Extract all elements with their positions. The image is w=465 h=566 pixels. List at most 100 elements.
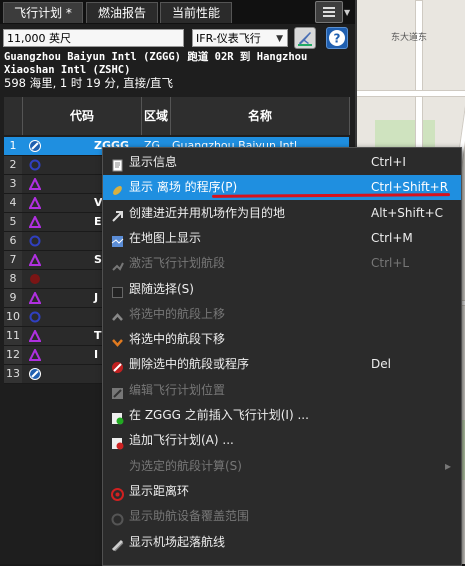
vor-icon bbox=[29, 311, 41, 323]
flight-rules-select[interactable]: IFR-仪表飞行 ▼ bbox=[192, 29, 288, 47]
move-up-icon bbox=[111, 308, 124, 321]
column-header-index bbox=[4, 97, 23, 135]
row-number: 6 bbox=[4, 232, 22, 250]
airliner-icon bbox=[298, 32, 312, 46]
menu-item-delete[interactable]: 删除选中的航段或程序 Del bbox=[103, 352, 461, 377]
menu-item-label: 显示助航设备覆盖范围 bbox=[129, 509, 250, 524]
waypoint-icon bbox=[28, 347, 42, 361]
menu-item-label: 将选中的航段下移 bbox=[129, 332, 226, 347]
waypoint-icon bbox=[28, 328, 42, 342]
calc-icon bbox=[111, 460, 124, 473]
waypoint-icon bbox=[28, 290, 42, 304]
menu-item-traffic-pattern[interactable]: 显示机场起落航线 bbox=[103, 530, 461, 555]
menu-item-shortcut: Ctrl+L bbox=[371, 256, 410, 271]
row-number: 7 bbox=[4, 251, 22, 269]
menu-item-shortcut: Del bbox=[371, 357, 391, 372]
menu-item-shortcut: Ctrl+I bbox=[371, 155, 406, 169]
row-number: 10 bbox=[4, 308, 22, 326]
menu-item-label: 删除选中的航段或程序 bbox=[129, 357, 250, 372]
menu-item-label: 显示机场起落航线 bbox=[129, 534, 226, 549]
waypoint-icon bbox=[28, 176, 42, 190]
help-button[interactable]: ? bbox=[326, 27, 348, 49]
tab-flight-plan[interactable]: 飞行计划 * bbox=[3, 2, 83, 23]
route-description: Guangzhou Baiyun Intl (ZGGG) 跑道 02R 到 Ha… bbox=[4, 51, 354, 90]
tab-current-performance[interactable]: 当前性能 bbox=[160, 2, 232, 23]
menu-item-info[interactable]: 显示信息 Ctrl+I bbox=[103, 150, 461, 175]
append-plan-icon bbox=[111, 434, 124, 450]
menu-item-edit[interactable]: 编辑飞行计划位置 bbox=[103, 378, 461, 403]
menu-item-label: 编辑飞行计划位置 bbox=[129, 382, 226, 397]
row-number: 8 bbox=[4, 270, 22, 288]
menu-item-activate[interactable]: 激活飞行计划航段 Ctrl+L bbox=[103, 251, 461, 276]
dropdown-arrow-icon[interactable]: ▼ bbox=[344, 8, 350, 17]
row-number: 5 bbox=[4, 213, 22, 231]
row-number: 11 bbox=[4, 327, 22, 345]
chevron-down-icon: ▼ bbox=[276, 34, 283, 44]
cruise-altitude-input[interactable]: 11,000 英尺 bbox=[3, 29, 184, 47]
menu-item-shortcut: Ctrl+M bbox=[371, 230, 413, 245]
flight-type-button[interactable] bbox=[294, 27, 316, 49]
menu-item-map[interactable]: 在地图上显示 Ctrl+M bbox=[103, 226, 461, 251]
submenu-arrow-icon: ▸ bbox=[445, 458, 452, 473]
menu-item-calc[interactable]: 为选定的航段计算(S) ▸ bbox=[103, 454, 461, 479]
menu-item-label: 显示信息 bbox=[129, 155, 178, 169]
activate-icon bbox=[111, 257, 124, 271]
menu-item-label: 跟随选择(S) bbox=[129, 281, 194, 296]
vor-icon bbox=[29, 159, 41, 171]
tab-fuel-report[interactable]: 燃油报告 bbox=[86, 2, 158, 23]
menu-item-move-down[interactable]: 将选中的航段下移 bbox=[103, 327, 461, 352]
flight-rules-value: IFR-仪表飞行 bbox=[196, 32, 261, 45]
info-icon bbox=[111, 156, 124, 172]
menu-item-shortcut: Alt+Shift+C bbox=[371, 205, 444, 220]
waypoint-icon bbox=[28, 252, 42, 266]
menu-item-label: 显示距离环 bbox=[129, 483, 190, 498]
menu-item-label: 为选定的航段计算(S) bbox=[129, 458, 242, 473]
delete-icon bbox=[111, 358, 124, 374]
traffic-pattern-icon bbox=[111, 536, 124, 551]
menu-item-move-up[interactable]: 将选中的航段上移 bbox=[103, 302, 461, 327]
checkbox-icon bbox=[111, 283, 124, 298]
menu-item-label: 将选中的航段上移 bbox=[129, 306, 226, 321]
menu-item-label: 在 ZGGG 之前插入飞行计划(I) ... bbox=[129, 408, 309, 422]
context-menu: 显示信息 Ctrl+I 显示 离场 的程序(P) Ctrl+Shift+R 创建进近并用… bbox=[102, 147, 462, 566]
map-icon bbox=[111, 232, 124, 247]
approach-icon bbox=[111, 207, 124, 222]
tab-bar: 飞行计划 * 燃油报告 当前性能 ▼ bbox=[0, 0, 355, 24]
move-down-icon bbox=[111, 333, 124, 347]
column-header-name[interactable]: 名称 bbox=[171, 97, 350, 135]
menu-item-approach[interactable]: 创建进近并用机场作为目的地 Alt+Shift+C bbox=[103, 201, 461, 226]
menu-item-navaid-range[interactable]: 显示助航设备覆盖范围 bbox=[103, 504, 461, 529]
airport-icon bbox=[29, 140, 41, 152]
row-number: 13 bbox=[4, 365, 22, 383]
row-number: 4 bbox=[4, 194, 22, 212]
column-header-code[interactable]: 代码 bbox=[23, 97, 142, 135]
row-number: 2 bbox=[4, 156, 22, 174]
menu-item-append-plan[interactable]: 追加飞行计划(A) ... bbox=[103, 428, 461, 453]
row-number: 1 bbox=[4, 137, 22, 155]
ndb-icon bbox=[29, 273, 41, 285]
row-number: 12 bbox=[4, 346, 22, 364]
help-icon: ? bbox=[329, 30, 345, 46]
airport-icon bbox=[29, 368, 41, 380]
menu-item-label: 激活飞行计划航段 bbox=[129, 256, 226, 271]
row-number: 3 bbox=[4, 175, 22, 193]
row-number: 9 bbox=[4, 289, 22, 307]
column-header-region[interactable]: 区域 bbox=[142, 97, 171, 135]
waypoint-icon bbox=[28, 214, 42, 228]
range-rings-icon bbox=[111, 485, 124, 501]
map-street-label: 东大道东 bbox=[391, 33, 428, 43]
menu-item-label: 在地图上显示 bbox=[129, 230, 202, 245]
menu-item-insert-plan[interactable]: 在 ZGGG 之前插入飞行计划(I) ... bbox=[103, 403, 461, 428]
navaid-range-icon bbox=[111, 510, 124, 526]
vor-icon bbox=[29, 235, 41, 247]
route-line-1: Guangzhou Baiyun Intl (ZGGG) 跑道 02R 到 Ha… bbox=[4, 51, 308, 63]
menu-item-label: 创建进近并用机场作为目的地 bbox=[129, 205, 286, 220]
insert-plan-icon bbox=[111, 409, 124, 425]
menu-item-label: 追加飞行计划(A) ... bbox=[129, 433, 234, 448]
route-distance-time: 598 海里, 1 时 19 分, 直接/直飞 bbox=[4, 76, 174, 90]
menu-item-range-rings[interactable]: 显示距离环 bbox=[103, 479, 461, 504]
hamburger-menu-icon[interactable] bbox=[315, 1, 343, 23]
svg-text:?: ? bbox=[334, 32, 341, 46]
menu-item-checkbox[interactable]: 跟随选择(S) bbox=[103, 277, 461, 302]
procedure-icon bbox=[111, 181, 124, 196]
